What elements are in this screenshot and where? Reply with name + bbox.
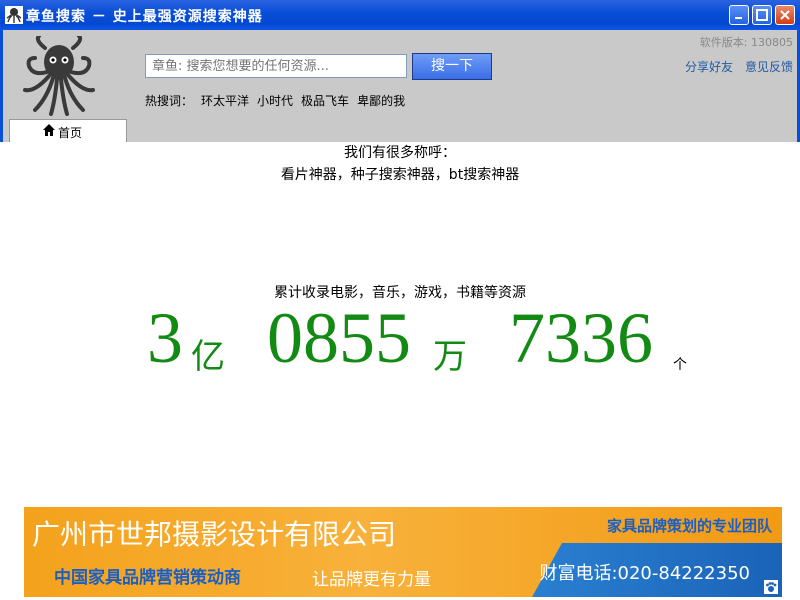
version-label: 软件版本: 130805 [699, 36, 793, 49]
tab-home-label: 首页 [58, 126, 83, 140]
count-yi: 3 [147, 298, 183, 378]
paw-icon [764, 580, 778, 594]
resource-counter: 3 亿 0855 万 7336 个 [143, 298, 703, 380]
header: 搜一下 热搜词： 环太平洋小时代极品飞车卑鄙的我 软件版本: 130805 分享好… [0, 30, 800, 142]
search-button[interactable]: 搜一下 [412, 53, 492, 80]
close-button[interactable] [775, 5, 795, 25]
count-ge-unit: 个 [673, 357, 687, 373]
banner-phone: 财富电话:020-84222350 [539, 563, 750, 584]
search-input[interactable] [145, 54, 407, 78]
count-ge: 7336 [509, 298, 653, 378]
maximize-button[interactable] [752, 5, 772, 25]
octopus-app-icon [5, 6, 23, 24]
count-wan: 0855 [267, 298, 411, 378]
title-bar: 章鱼搜索 － 史上最强资源搜索神器 [0, 0, 800, 30]
tab-home[interactable]: 首页 [9, 119, 127, 142]
close-icon [780, 10, 790, 20]
slogan-line-1: 我们有很多称呼： [344, 145, 456, 161]
ad-banner[interactable]: 广州市世邦摄影设计有限公司 家具品牌策划的专业团队 中国家具品牌营销策动商 让品… [24, 507, 782, 597]
hot-term[interactable]: 环太平洋 [201, 94, 249, 108]
count-yi-unit: 亿 [191, 339, 225, 376]
banner-sub1: 中国家具品牌营销策动商 [54, 568, 241, 588]
share-link[interactable]: 分享好友 [685, 60, 733, 74]
banner-company: 广州市世邦摄影设计有限公司 [32, 518, 397, 551]
minimize-icon [735, 17, 742, 19]
window-title: 章鱼搜索 － 史上最强资源搜索神器 [26, 9, 263, 25]
banner-tagline: 家具品牌策划的专业团队 [606, 517, 772, 535]
home-icon [43, 124, 55, 136]
hot-term[interactable]: 小时代 [257, 94, 293, 108]
banner-sub2: 让品牌更有力量 [312, 570, 431, 590]
hot-term[interactable]: 卑鄙的我 [357, 94, 405, 108]
hot-term[interactable]: 极品飞车 [301, 94, 349, 108]
count-wan-unit: 万 [433, 339, 467, 376]
minimize-button[interactable] [729, 5, 749, 25]
octopus-logo [23, 36, 95, 116]
hot-search-terms: 热搜词： 环太平洋 小时代 极品飞车 卑鄙的我 [145, 92, 413, 109]
feedback-link[interactable]: 意见反馈 [745, 60, 793, 74]
hot-search-label: 热搜词： [145, 94, 194, 108]
maximize-icon [756, 9, 768, 21]
slogan-line-2: 看片神器，种子搜索神器，bt搜索神器 [280, 167, 520, 183]
header-links: 分享好友 意见反馈 [673, 58, 793, 75]
